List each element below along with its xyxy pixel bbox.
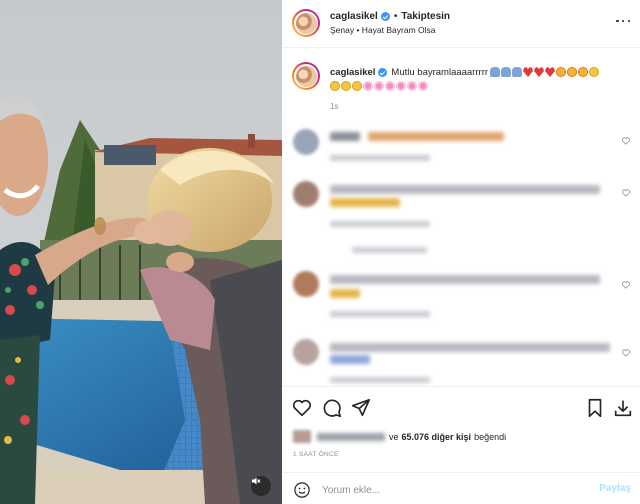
verified-icon (378, 68, 388, 77)
face-emoji (567, 67, 577, 77)
caption-username[interactable]: caglasikel (330, 67, 375, 78)
caption-line: caglasikel Mutlu bayramlaaaarrrrr (330, 67, 488, 78)
post-photo[interactable] (0, 0, 282, 504)
pray-emoji (490, 67, 500, 77)
avatar[interactable] (292, 9, 320, 37)
smile-emoji (589, 67, 599, 77)
post-header: caglasikel • Takiptesin Şenay • Hayat Ba… (282, 0, 640, 48)
liker-avatar-blurred (293, 430, 311, 443)
post-panel: caglasikel • Takiptesin Şenay • Hayat Ba… (282, 0, 640, 504)
bookmark-icon[interactable] (584, 397, 606, 419)
smile-emoji (352, 81, 362, 91)
flower-emoji (374, 81, 384, 91)
post-comment-button[interactable]: Paylaş (599, 483, 631, 494)
header-separator: • (393, 11, 398, 22)
comment-meta-blurred (330, 221, 430, 227)
comment-text-blurred (330, 343, 610, 352)
comment-avatar[interactable] (293, 181, 319, 207)
comment-like-icon[interactable] (622, 137, 630, 145)
comment-like-icon[interactable] (622, 349, 630, 357)
download-icon[interactable] (612, 397, 634, 419)
verified-icon (380, 12, 390, 21)
add-comment-bar: Paylaş (282, 472, 640, 504)
pray-emoji (501, 67, 511, 77)
heart-emoji (545, 67, 555, 77)
comment-emoji-blurred (330, 198, 400, 207)
pray-emoji (512, 67, 522, 77)
likes-suffix: beğendi (474, 431, 507, 442)
comment-emoji-blurred (330, 355, 370, 364)
likes-count[interactable]: 65.076 diğer kişi (402, 432, 472, 442)
music-label[interactable]: Şenay • Hayat Bayram Olsa (330, 25, 436, 35)
post-actions: ve 65.076 diğer kişi beğendi 1 SAAT ÖNCE (282, 386, 640, 470)
photo-scene (0, 0, 282, 504)
caption-avatar[interactable] (292, 62, 320, 90)
comment-avatar[interactable] (293, 339, 319, 365)
comment-meta-blurred (330, 155, 430, 161)
caption-text: Mutlu bayramlaaaarrrrr (391, 67, 489, 78)
flower-emoji (396, 81, 406, 91)
likes-connector: ve (389, 431, 399, 442)
mute-button[interactable] (251, 476, 271, 496)
heart-icon[interactable] (291, 397, 313, 419)
emoji-icon[interactable] (293, 481, 311, 499)
face-emoji (556, 67, 566, 77)
heart-emoji (534, 67, 544, 77)
more-icon (616, 19, 619, 23)
post-timestamp: 1 SAAT ÖNCE (293, 451, 339, 458)
header-username[interactable]: caglasikel (330, 11, 378, 22)
comment-emoji-blurred (330, 289, 360, 298)
comment-avatar[interactable] (293, 271, 319, 297)
smile-emoji (330, 81, 340, 91)
comment-username-blurred (330, 132, 360, 141)
comment-like-icon[interactable] (622, 189, 630, 197)
face-emoji (578, 67, 588, 77)
comments-section[interactable]: caglasikel Mutlu bayramlaaaarrrrr 1s (282, 49, 640, 386)
comment-icon[interactable] (321, 397, 343, 419)
comment-text-blurred (368, 132, 504, 141)
caption-emoji-row-2 (330, 81, 428, 91)
comment-text-blurred (330, 185, 600, 194)
heart-emoji (523, 67, 533, 77)
comment-text-blurred (330, 275, 600, 284)
flower-emoji (407, 81, 417, 91)
flower-emoji (385, 81, 395, 91)
following-button[interactable]: Takiptesin (401, 11, 450, 22)
flower-emoji (363, 81, 373, 91)
share-icon[interactable] (350, 397, 372, 419)
comment-like-icon[interactable] (622, 281, 630, 289)
view-replies-blurred[interactable] (352, 247, 427, 253)
likes-summary[interactable]: ve 65.076 diğer kişi beğendi (293, 430, 506, 443)
liker-name-blurred (317, 432, 385, 441)
comment-meta-blurred (330, 311, 430, 317)
mute-icon (252, 477, 261, 485)
more-options-button[interactable] (616, 14, 630, 28)
flower-emoji (418, 81, 428, 91)
smile-emoji (341, 81, 351, 91)
caption-timestamp: 1s (330, 102, 339, 111)
header-user-line: caglasikel • Takiptesin (330, 11, 450, 22)
comment-input[interactable] (322, 480, 582, 500)
comment-meta-blurred (330, 377, 430, 383)
comment-avatar[interactable] (293, 129, 319, 155)
caption-emoji-row-1 (490, 67, 599, 77)
